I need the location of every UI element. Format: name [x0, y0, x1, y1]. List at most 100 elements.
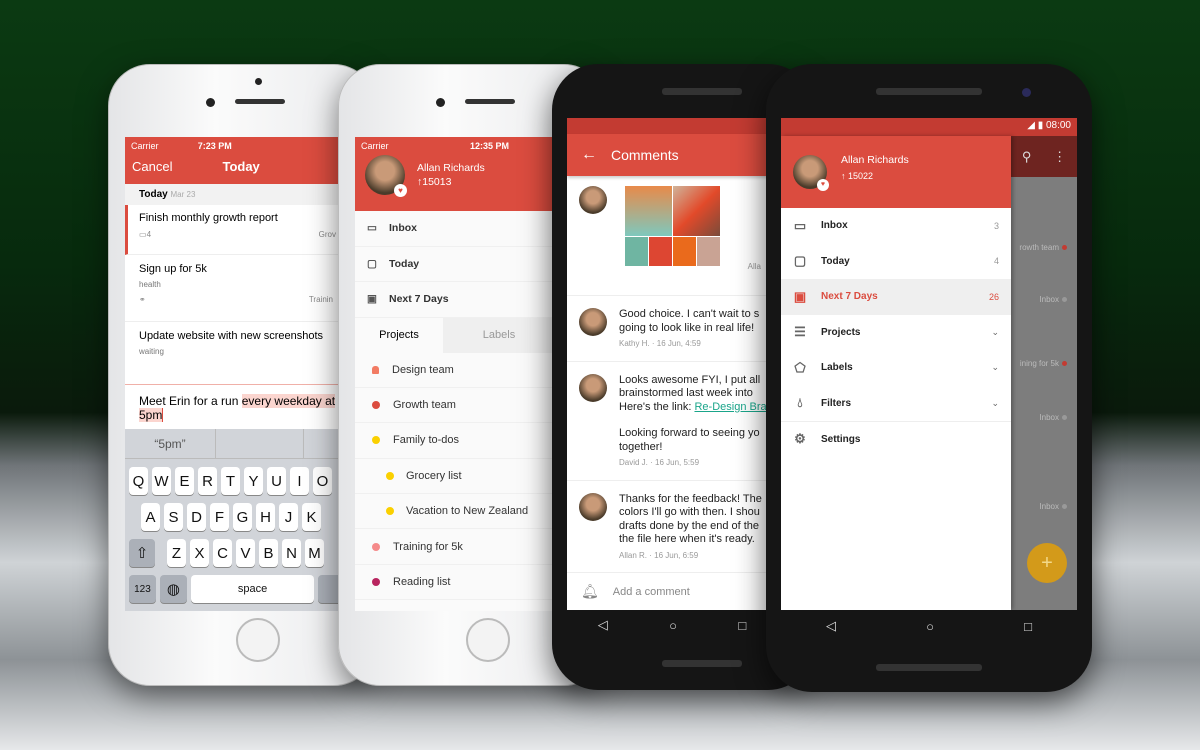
key[interactable]: G [233, 503, 252, 531]
project-name: Design team [392, 363, 454, 376]
comment-meta: Kathy H. · 16 Jun, 4:59 [619, 339, 701, 348]
key[interactable]: Y [244, 467, 263, 495]
numbers-key[interactable]: 123 [129, 575, 156, 603]
home-button[interactable] [236, 618, 280, 662]
drawer-item-today[interactable]: ▢ Today 4 [781, 244, 1011, 280]
section-date: Mar 23 [170, 190, 196, 199]
key[interactable]: O [313, 467, 332, 495]
label-icon: ⬠ [794, 359, 806, 375]
tab-labels[interactable]: Labels [443, 329, 555, 341]
section-title: Today [139, 189, 168, 200]
shift-key[interactable]: ⇧ [129, 539, 155, 567]
shared-project-icon [372, 365, 379, 374]
comment: Looks awesome FYI, I put all brainstormed… [567, 362, 777, 481]
key[interactable]: F [210, 503, 229, 531]
clock: 7:23 PM [197, 141, 232, 151]
input-text: Meet Erin for a run [139, 394, 242, 408]
key[interactable]: J [279, 503, 298, 531]
image-attachment[interactable] [625, 186, 720, 266]
drawer-item-next-7-days[interactable]: ▣ Next 7 Days 26 [781, 279, 1011, 315]
project-item[interactable]: Grocery list [355, 459, 555, 495]
sensor [255, 78, 262, 85]
avatar[interactable]: ♥ [365, 155, 407, 197]
key[interactable]: A [141, 503, 160, 531]
nav-back-icon[interactable]: ◁ [826, 618, 836, 634]
avatar[interactable]: ♥ [793, 155, 829, 191]
calendar-icon: ▢ [793, 253, 807, 269]
key[interactable]: H [256, 503, 275, 531]
key[interactable]: C [213, 539, 232, 567]
speaker [662, 660, 742, 667]
key[interactable]: V [236, 539, 255, 567]
home-button[interactable] [466, 618, 510, 662]
project-item[interactable]: Family to-dos [355, 423, 555, 459]
cancel-button[interactable]: Cancel [132, 159, 172, 174]
background-task: ining for 5k [1020, 359, 1067, 368]
task-item[interactable]: Sign up for 5k health ⚭ Trainin [125, 255, 347, 322]
key[interactable]: W [152, 467, 171, 495]
project-item[interactable]: Vacation to New Zealand [355, 494, 555, 530]
nav-back-icon[interactable]: ◁ [598, 617, 608, 633]
drawer-item-labels[interactable]: ⬠ Labels ⌄ [781, 350, 1011, 386]
nav-recents-icon[interactable]: □ [1024, 619, 1032, 634]
key[interactable]: X [190, 539, 209, 567]
drawer-label: Settings [821, 433, 861, 445]
carrier: Carrier [131, 141, 159, 151]
project-item[interactable]: Growth team [355, 388, 555, 424]
key[interactable]: Z [167, 539, 186, 567]
drawer-item-settings[interactable]: ⚙ Settings [781, 421, 1011, 457]
project-color-dot [372, 436, 380, 445]
key[interactable]: R [198, 467, 217, 495]
comment-count: 4 [146, 230, 152, 239]
nav-recents-icon[interactable]: □ [738, 618, 746, 633]
add-comment-input[interactable]: 🔔︎ Add a comment [567, 573, 777, 610]
project-color-dot [386, 471, 394, 480]
tab-projects[interactable]: Projects [355, 317, 443, 353]
back-arrow-icon[interactable]: ← [581, 146, 597, 164]
space-key[interactable]: space [190, 575, 315, 603]
globe-icon[interactable]: ◍ [159, 575, 187, 603]
key[interactable]: K [302, 503, 321, 531]
task-item[interactable]: Finish monthly growth report ▭ 4 Grov [125, 205, 347, 255]
nav-home-icon[interactable]: ○ [926, 619, 934, 634]
nav-label: Next 7 Days [389, 293, 449, 306]
chevron-down-icon[interactable]: ⌄ [991, 398, 999, 409]
key[interactable]: I [290, 467, 309, 495]
user-name: Allan Richards [841, 154, 909, 166]
key[interactable]: E [175, 467, 194, 495]
chevron-down-icon[interactable]: ⌄ [991, 362, 999, 373]
nav-home-icon[interactable]: ○ [669, 618, 677, 633]
project-name: Reading list [393, 576, 451, 589]
comment-link[interactable]: Re-Design Bra [694, 401, 766, 413]
task-title: Sign up for 5k [139, 263, 207, 275]
drawer-item-filters[interactable]: 💧︎ Filters ⌄ [781, 386, 1011, 422]
autocomplete-suggestion[interactable]: “5pm” [125, 437, 215, 451]
task-item[interactable]: Update website with new screenshots wait… [125, 322, 347, 385]
quick-add-input[interactable]: Meet Erin for a run every weekday at 5pm [125, 385, 347, 429]
key[interactable]: M [305, 539, 324, 567]
karma-badge-icon: ♥ [817, 179, 829, 191]
more-icon[interactable]: ⋮ [1053, 149, 1066, 165]
project-item[interactable]: Design team [355, 353, 555, 388]
key[interactable]: U [267, 467, 286, 495]
drawer-item-projects[interactable]: ☰ Projects ⌄ [781, 315, 1011, 351]
chevron-down-icon[interactable]: ⌄ [991, 327, 999, 338]
key[interactable]: D [187, 503, 206, 531]
nav-item[interactable]: ▢ Today [355, 247, 555, 282]
clock: 12:35 PM [469, 141, 509, 151]
nav-item[interactable]: ▣ Next 7 Days [355, 282, 555, 318]
drawer-item-inbox[interactable]: ▭ Inbox 3 [781, 208, 1011, 244]
key[interactable]: T [221, 467, 240, 495]
nav-item[interactable]: ▭ Inbox [355, 211, 555, 247]
key[interactable]: N [282, 539, 301, 567]
fab-add[interactable]: + [1027, 543, 1067, 583]
search-icon[interactable]: ⚲ [1022, 149, 1032, 165]
key[interactable]: B [259, 539, 278, 567]
project-item[interactable]: Training for 5k [355, 529, 555, 565]
key[interactable]: Q [129, 467, 148, 495]
project-item[interactable]: Reading list [355, 565, 555, 601]
palette-swatch [625, 237, 648, 266]
background-task: Inbox [1039, 295, 1067, 304]
key[interactable]: S [164, 503, 183, 531]
karma-score: ↑15013 [417, 176, 452, 188]
